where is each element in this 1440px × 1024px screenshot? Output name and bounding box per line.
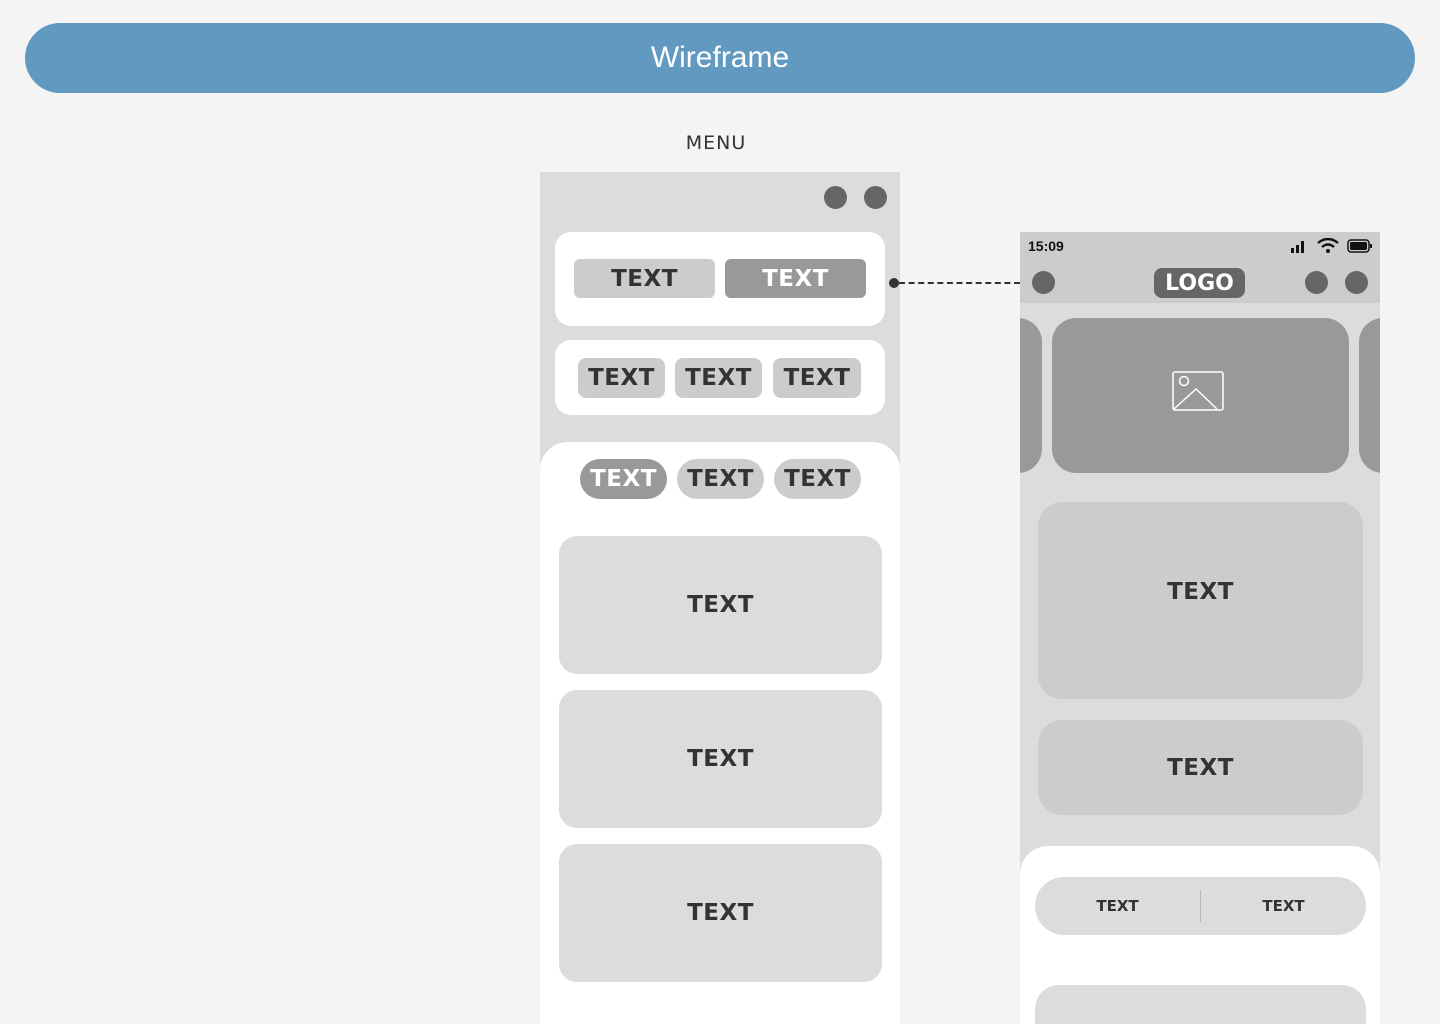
filter-card: TEXT TEXT TEXT — [555, 340, 885, 415]
wifi-icon — [1317, 238, 1339, 253]
home-screen: 15:09 LOGO TEXT TEXT TEXT TEXT — [1020, 232, 1380, 1024]
filter-pill-2[interactable]: TEXT — [675, 358, 762, 398]
nav-right-icon-button-1[interactable] — [1305, 271, 1328, 294]
menu-card-1-label: TEXT — [687, 592, 754, 618]
content-card-medium[interactable]: TEXT — [1038, 720, 1363, 815]
image-placeholder-icon — [1172, 371, 1224, 411]
segment-option-1[interactable]: TEXT — [1035, 877, 1200, 935]
menu-card-2[interactable]: TEXT — [559, 690, 882, 828]
carousel-card-next[interactable] — [1359, 318, 1380, 473]
filter-pill-3[interactable]: TEXT — [773, 358, 861, 398]
sheet-tab-2[interactable]: TEXT — [677, 459, 764, 499]
menu-card-1[interactable]: TEXT — [559, 536, 882, 674]
menu-icon-button-1[interactable] — [824, 186, 847, 209]
toggle-option-1[interactable]: TEXT — [574, 259, 715, 298]
bottom-card[interactable] — [1035, 985, 1366, 1024]
battery-icon — [1347, 239, 1372, 253]
signal-icon — [1291, 241, 1304, 253]
top-bar: 15:09 LOGO — [1020, 232, 1380, 303]
carousel-card-prev[interactable] — [1020, 318, 1042, 473]
filter-pill-1[interactable]: TEXT — [578, 358, 665, 398]
nav-left-icon-button[interactable] — [1032, 271, 1055, 294]
menu-card-3[interactable]: TEXT — [559, 844, 882, 982]
toggle-option-2-selected[interactable]: TEXT — [725, 259, 866, 298]
menu-frame-label: MENU — [685, 132, 747, 154]
sheet-tab-3[interactable]: TEXT — [774, 459, 861, 499]
menu-screen: TEXT TEXT TEXT TEXT TEXT TEXT TEXT TEXT … — [540, 172, 900, 1024]
bottom-sheet: TEXT TEXT — [1020, 846, 1380, 1024]
content-card-medium-label: TEXT — [1167, 754, 1234, 781]
segmented-control: TEXT TEXT — [1035, 877, 1366, 935]
sheet-tab-1-selected[interactable]: TEXT — [580, 459, 667, 499]
menu-sheet: TEXT TEXT TEXT TEXT TEXT TEXT — [540, 442, 900, 1024]
status-time: 15:09 — [1028, 238, 1064, 254]
menu-card-3-label: TEXT — [687, 900, 754, 926]
carousel-card-current[interactable] — [1052, 318, 1349, 473]
banner-title: Wireframe — [650, 41, 790, 74]
connector-start-dot — [889, 278, 899, 288]
title-banner: Wireframe — [25, 23, 1415, 93]
menu-card-2-label: TEXT — [687, 746, 754, 772]
segment-option-2[interactable]: TEXT — [1201, 877, 1366, 935]
connector-line — [899, 282, 1020, 284]
nav-right-icon-button-2[interactable] — [1345, 271, 1368, 294]
content-card-large[interactable]: TEXT — [1038, 502, 1363, 699]
toggle-card: TEXT TEXT — [555, 232, 885, 326]
menu-icon-button-2[interactable] — [864, 186, 887, 209]
content-card-large-label: TEXT — [1167, 578, 1234, 605]
logo: LOGO — [1154, 268, 1245, 298]
